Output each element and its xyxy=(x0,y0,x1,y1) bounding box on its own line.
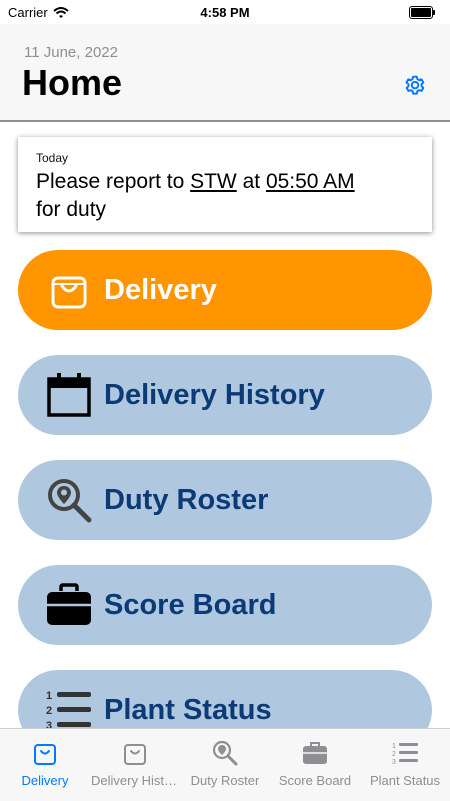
score-board-button[interactable]: Score Board xyxy=(18,565,432,645)
delivery-history-button[interactable]: Delivery History xyxy=(18,355,432,435)
duty-roster-button-label: Duty Roster xyxy=(104,483,269,516)
status-bar: Carrier 4:58 PM xyxy=(0,0,450,24)
tab-plant-status[interactable]: 1 2 3 Plant Status xyxy=(360,729,450,801)
notice-message: Please report to STW at 05:50 AM for dut… xyxy=(36,168,414,224)
nav-header: 11 June, 2022 Home xyxy=(0,24,450,122)
tab-delivery-history-label: Delivery History xyxy=(91,773,179,788)
notice-label: Today xyxy=(36,151,69,165)
briefcase-icon xyxy=(44,580,94,630)
notice-suffix: for duty xyxy=(36,198,107,221)
tab-bar: Delivery Delivery History Duty Roster Sc… xyxy=(0,728,450,801)
svg-text:3: 3 xyxy=(392,759,396,766)
page-title: Home xyxy=(22,62,123,103)
location-search-icon xyxy=(212,740,238,766)
header-date: 11 June, 2022 xyxy=(24,44,118,61)
svg-text:2: 2 xyxy=(392,751,396,758)
svg-text:2: 2 xyxy=(46,705,52,717)
delivery-history-button-label: Delivery History xyxy=(104,378,325,411)
tab-delivery[interactable]: Delivery xyxy=(0,729,90,801)
gear-icon[interactable] xyxy=(402,74,428,100)
notice-location: STW xyxy=(190,170,237,193)
svg-text:1: 1 xyxy=(46,690,52,702)
shopping-bag-icon xyxy=(34,744,56,765)
tab-delivery-label: Delivery xyxy=(21,773,69,788)
tab-score-board[interactable]: Score Board xyxy=(270,729,360,801)
tab-delivery-history[interactable]: Delivery History xyxy=(90,729,180,801)
notice-prefix: Please report to xyxy=(36,170,191,193)
calendar-icon xyxy=(44,370,94,420)
briefcase-icon xyxy=(303,742,327,764)
numbered-list-icon: 1 2 3 xyxy=(392,743,418,766)
tab-duty-roster-label: Duty Roster xyxy=(190,773,260,788)
tab-duty-roster[interactable]: Duty Roster xyxy=(180,729,270,801)
notice-time: 05:50 AM xyxy=(265,170,355,193)
svg-text:1: 1 xyxy=(392,743,396,750)
shopping-bag-icon xyxy=(44,265,94,315)
delivery-button-label: Delivery xyxy=(104,273,217,306)
score-board-button-label: Score Board xyxy=(104,588,277,621)
shopping-bag-icon xyxy=(124,744,146,765)
notice-middle: at xyxy=(236,170,266,193)
status-time: 4:58 PM xyxy=(200,5,250,20)
duty-notice-card: Today Please report to STW at 05:50 AM f… xyxy=(18,137,432,232)
delivery-button[interactable]: Delivery xyxy=(18,250,432,330)
tab-plant-status-label: Plant Status xyxy=(369,773,441,788)
duty-roster-button[interactable]: Duty Roster xyxy=(18,460,432,540)
plant-status-button-label: Plant Status xyxy=(104,693,272,726)
location-search-icon xyxy=(44,475,94,525)
tab-score-board-label: Score Board xyxy=(278,773,352,788)
battery-icon xyxy=(409,6,435,19)
